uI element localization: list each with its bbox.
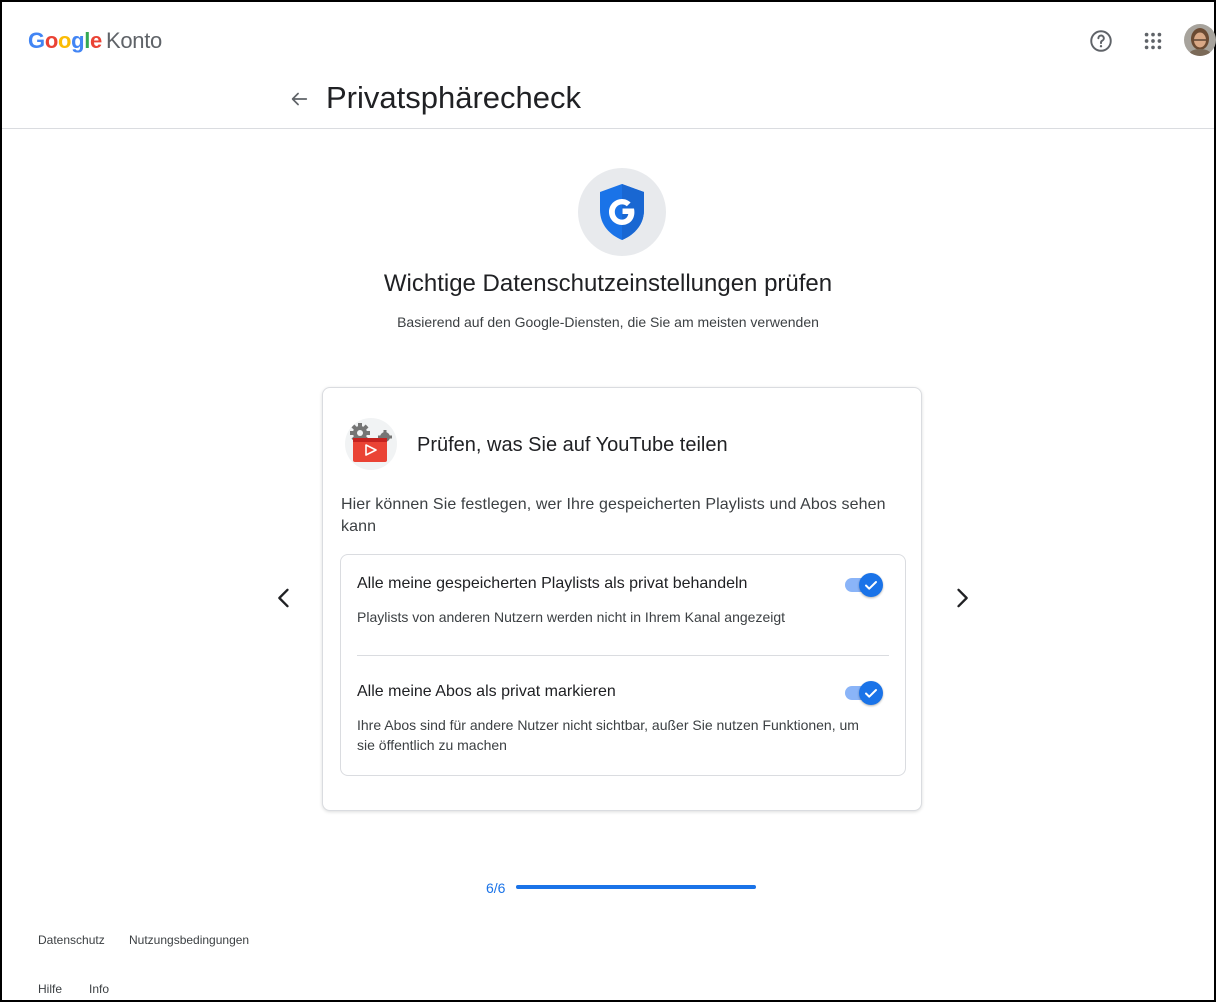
progress-bar: [516, 885, 756, 889]
top-bar: Google Konto: [2, 2, 1216, 78]
page-title: Privatsphärecheck: [326, 80, 582, 115]
subscriptions-private-toggle[interactable]: [845, 681, 883, 705]
option-title: Alle meine Abos als privat markieren: [357, 683, 616, 700]
arrow-left-icon[interactable]: [288, 88, 310, 110]
youtube-privacy-card: Prüfen, was Sie auf YouTube teilen Hier …: [322, 387, 922, 811]
card-description: Hier können Sie festlegen, wer Ihre gesp…: [341, 496, 886, 535]
option-divider: [357, 655, 889, 656]
option-description: Playlists von anderen Nutzern werden nic…: [357, 609, 786, 625]
product-name: Konto: [105, 28, 162, 53]
option-description: Ihre Abos sind für andere Nutzer nicht s…: [357, 717, 859, 753]
footer-link-datenschutz[interactable]: Datenschutz: [38, 933, 105, 947]
youtube-icon-badge: [345, 418, 397, 470]
google-shield-icon: [600, 184, 644, 240]
google-wordmark: Google: [28, 28, 102, 53]
user-avatar[interactable]: [1184, 24, 1216, 56]
footer-link-hilfe[interactable]: Hilfe: [38, 982, 62, 996]
toggle-knob: [859, 573, 883, 597]
main-heading: Wichtige Datenschutzeinstellungen prüfen: [383, 270, 833, 297]
privacy-shield-badge: [578, 168, 666, 256]
youtube-settings-icon: [350, 423, 392, 462]
option-playlists-private: Alle meine gespeicherten Playlists als p…: [357, 575, 889, 627]
playlists-private-toggle[interactable]: [845, 573, 883, 597]
chevron-left-icon[interactable]: [270, 584, 298, 612]
main-subheading: Basierend auf den Google-Diensten, die S…: [397, 314, 819, 330]
progress-label: 6/6: [486, 880, 506, 896]
google-konto-logo[interactable]: Google Konto: [28, 28, 162, 54]
checkmark-icon: [865, 689, 877, 698]
help-circle-icon[interactable]: [1088, 28, 1114, 54]
option-subscriptions-private: Alle meine Abos als privat markieren Ihr…: [357, 683, 889, 755]
privacy-options-list: Alle meine gespeicherten Playlists als p…: [340, 554, 906, 776]
apps-grid-icon[interactable]: [1142, 30, 1164, 52]
page-header: Privatsphärecheck: [2, 78, 1214, 129]
chevron-right-icon[interactable]: [948, 584, 976, 612]
progress-bar-fill: [516, 885, 756, 889]
card-title: Prüfen, was Sie auf YouTube teilen: [417, 434, 728, 456]
checkmark-icon: [865, 581, 877, 590]
avatar-image: [1184, 24, 1216, 56]
footer-link-info[interactable]: Info: [89, 982, 109, 996]
toggle-knob: [859, 681, 883, 705]
option-title: Alle meine gespeicherten Playlists als p…: [357, 575, 748, 592]
footer-link-nutzungsbedingungen[interactable]: Nutzungsbedingungen: [129, 933, 249, 947]
